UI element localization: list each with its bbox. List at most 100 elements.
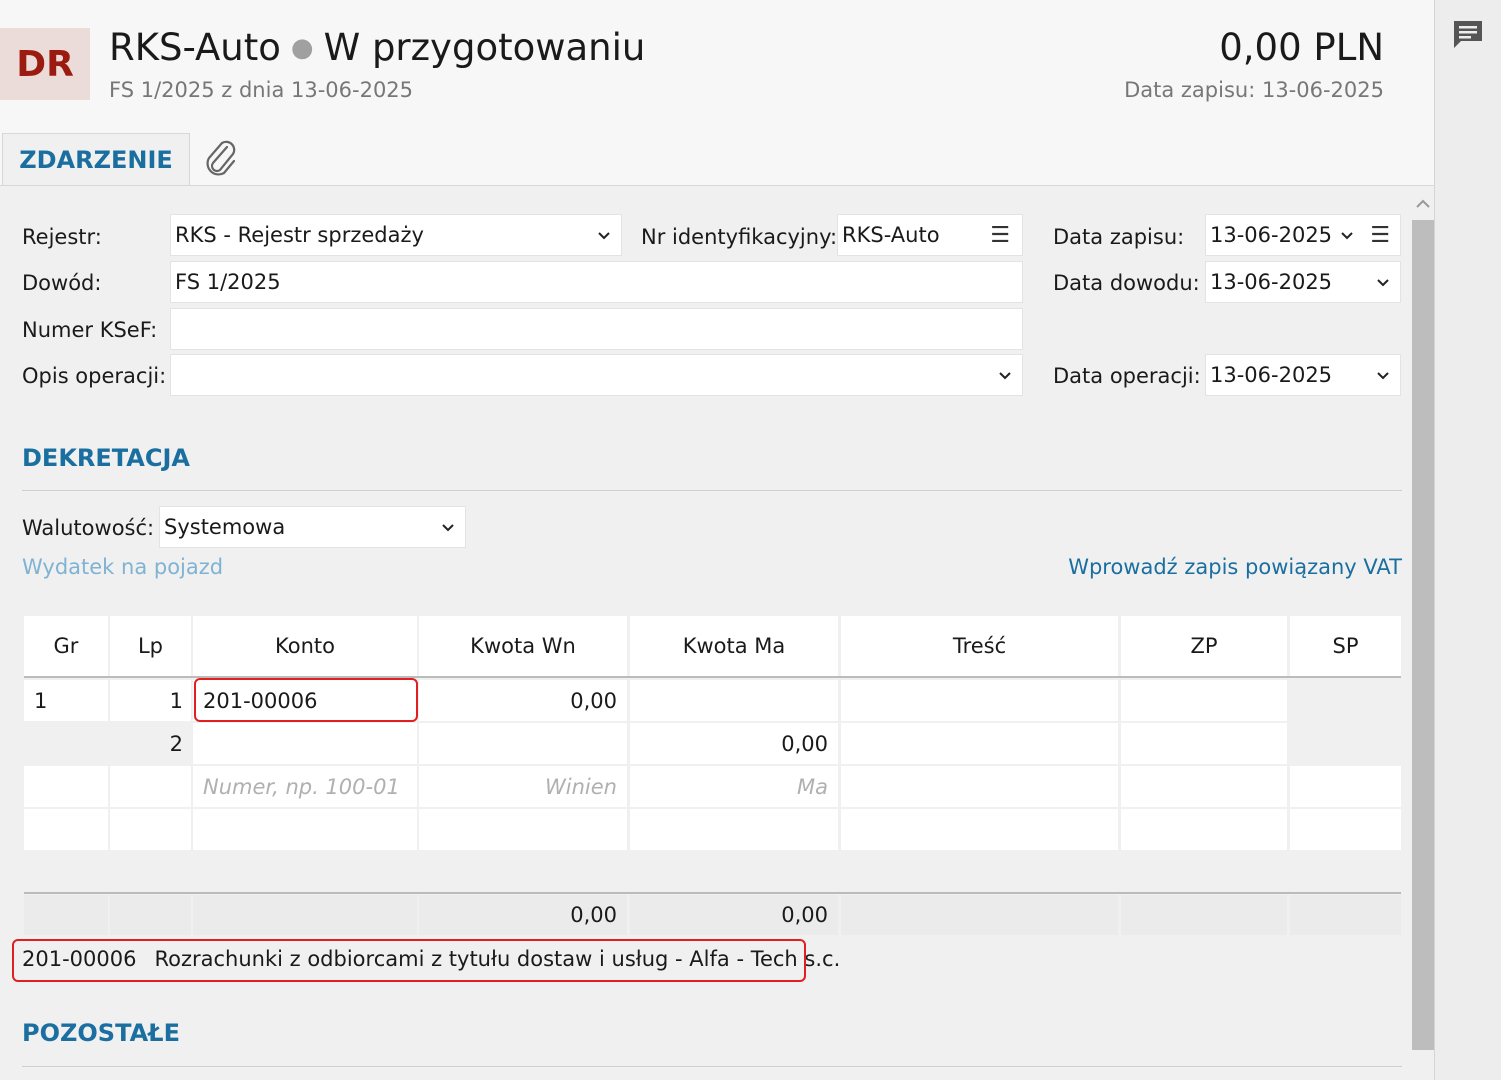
cell-lp[interactable]: [110, 766, 191, 807]
opis-select[interactable]: [170, 354, 1023, 396]
dowod-value: FS 1/2025: [175, 270, 281, 294]
section-divider: [22, 1066, 1402, 1067]
walutowosc-label: Walutowość:: [22, 516, 155, 540]
cell-zp[interactable]: [1121, 809, 1287, 850]
document-status: W przygotowaniu: [323, 26, 646, 69]
cell-kwota-wn[interactable]: 0,00: [419, 680, 627, 721]
ksef-label: Numer KSeF:: [22, 318, 158, 342]
data-zapisu-field[interactable]: 13-06-2025 ☰: [1205, 214, 1401, 256]
totals-divider: [24, 892, 1401, 894]
konto-placeholder[interactable]: Numer, np. 100-01: [193, 766, 417, 807]
col-header-konto[interactable]: Konto: [193, 616, 417, 676]
scroll-up-arrow-icon[interactable]: [1413, 194, 1433, 214]
chevron-down-icon[interactable]: [1376, 276, 1390, 290]
document-subtitle: FS 1/2025 z dnia 13-06-2025: [109, 78, 414, 102]
comment-icon[interactable]: [1451, 18, 1485, 50]
nr-id-label: Nr identyfikacyjny:: [641, 225, 838, 249]
cell-gr[interactable]: 1: [24, 680, 108, 721]
cell-gr[interactable]: [24, 766, 108, 807]
data-operacji-field[interactable]: 13-06-2025: [1205, 354, 1401, 396]
cell-zp[interactable]: [1121, 680, 1287, 721]
right-side-panel: [1434, 0, 1501, 1080]
tab-bar: ZDARZENIE: [0, 133, 1434, 186]
cell-konto[interactable]: [193, 723, 417, 764]
document-header: DR RKS-Auto ● W przygotowaniu FS 1/2025 z …: [0, 0, 1434, 133]
rejestr-label: Rejestr:: [22, 225, 102, 249]
total-tresc: [841, 895, 1118, 935]
document-amount: 0,00 PLN: [1219, 26, 1384, 69]
paperclip-icon[interactable]: [203, 139, 239, 179]
col-header-kwota-ma[interactable]: Kwota Ma: [630, 616, 838, 676]
chevron-down-icon: [442, 524, 454, 532]
cell-sp: [1290, 680, 1401, 721]
ksef-field[interactable]: [170, 308, 1023, 350]
menu-icon[interactable]: ☰: [1370, 223, 1390, 248]
chevron-down-icon: [598, 232, 610, 240]
dowod-label: Dowód:: [22, 271, 102, 295]
cell-lp[interactable]: 1: [110, 680, 191, 721]
cell-kwota-wn[interactable]: [419, 809, 627, 850]
total-lp: [110, 895, 191, 935]
menu-icon[interactable]: ☰: [990, 223, 1010, 248]
data-operacji-label: Data operacji:: [1053, 364, 1201, 388]
cell-lp[interactable]: [110, 809, 191, 850]
total-zp: [1121, 895, 1287, 935]
data-dowodu-label: Data dowodu:: [1053, 271, 1200, 295]
tab-zdarzenie[interactable]: ZDARZENIE: [2, 133, 190, 185]
total-kwota-ma: 0,00: [630, 895, 838, 935]
walutowosc-select[interactable]: Systemowa: [159, 506, 466, 548]
company-name: RKS-Auto: [109, 26, 281, 69]
cell-kwota-wn[interactable]: [419, 723, 627, 764]
cell-lp[interactable]: 2: [110, 723, 191, 764]
separator-dot: ●: [290, 33, 314, 63]
avatar: DR: [0, 28, 90, 100]
total-gr: [24, 895, 108, 935]
col-header-zp[interactable]: ZP: [1121, 616, 1287, 676]
data-zapisu-value: 13-06-2025: [1210, 223, 1333, 247]
cell-konto[interactable]: [193, 809, 417, 850]
chevron-down-icon[interactable]: [1376, 369, 1390, 383]
col-header-sp[interactable]: SP: [1290, 616, 1401, 676]
cell-kwota-ma[interactable]: [630, 680, 838, 721]
highlight-konto-cell: [194, 678, 418, 722]
page-title: RKS-Auto ● W przygotowaniu: [109, 26, 645, 69]
section-title-dekretacja: DEKRETACJA: [22, 444, 190, 472]
cell-zp[interactable]: [1121, 723, 1287, 764]
opis-label: Opis operacji:: [22, 364, 167, 388]
data-operacji-value: 13-06-2025: [1210, 363, 1333, 387]
vat-entry-link[interactable]: Wprowadź zapis powiązany VAT: [1068, 555, 1402, 579]
chevron-down-icon[interactable]: [1340, 229, 1354, 243]
rejestr-select[interactable]: RKS - Rejestr sprzedaży: [170, 214, 622, 256]
cell-kwota-ma[interactable]: 0,00: [630, 723, 838, 764]
vehicle-expense-link[interactable]: Wydatek na pojazd: [22, 555, 223, 579]
rejestr-value: RKS - Rejestr sprzedaży: [175, 223, 424, 247]
wn-placeholder[interactable]: Winien: [419, 766, 627, 807]
nr-id-value: RKS-Auto: [842, 223, 940, 247]
cell-tresc[interactable]: [841, 723, 1118, 764]
col-header-gr[interactable]: Gr: [24, 616, 108, 676]
data-zapisu-label: Data zapisu:: [1053, 225, 1185, 249]
vertical-scrollbar[interactable]: [1412, 220, 1434, 1050]
cell-kwota-ma[interactable]: [630, 809, 838, 850]
cell-zp[interactable]: [1121, 766, 1287, 807]
cell-tresc[interactable]: [841, 766, 1118, 807]
cell-gr[interactable]: [24, 809, 108, 850]
cell-tresc[interactable]: [841, 680, 1118, 721]
chevron-down-icon: [999, 372, 1011, 380]
cell-sp[interactable]: [1290, 809, 1401, 850]
cell-sp[interactable]: [1290, 766, 1401, 807]
total-konto: [193, 895, 417, 935]
nr-id-field[interactable]: RKS-Auto ☰: [837, 214, 1023, 256]
highlight-account-info: [12, 939, 806, 982]
col-header-lp[interactable]: Lp: [110, 616, 191, 676]
data-dowodu-value: 13-06-2025: [1210, 270, 1333, 294]
ma-placeholder[interactable]: Ma: [630, 766, 838, 807]
data-dowodu-field[interactable]: 13-06-2025: [1205, 261, 1401, 303]
dowod-field[interactable]: FS 1/2025: [170, 261, 1023, 303]
cell-tresc[interactable]: [841, 809, 1118, 850]
section-divider: [22, 490, 1402, 491]
col-header-kwota-wn[interactable]: Kwota Wn: [419, 616, 627, 676]
cell-sp: [1290, 723, 1401, 764]
cell-gr[interactable]: [24, 723, 108, 764]
col-header-tresc[interactable]: Treść: [841, 616, 1118, 676]
